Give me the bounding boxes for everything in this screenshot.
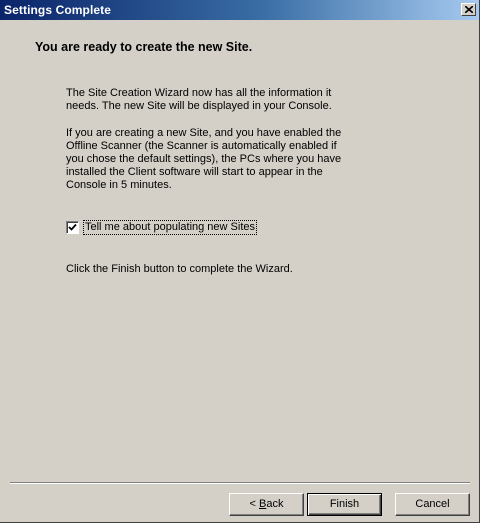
info-paragraph-1: The Site Creation Wizard now has all the… — [66, 87, 332, 112]
finish-instruction: Click the Finish button to complete the … — [66, 263, 293, 275]
title-bar[interactable]: Settings Complete — [0, 0, 479, 20]
populating-sites-checkbox[interactable] — [66, 220, 79, 234]
back-button-rest: ack — [266, 498, 284, 510]
window-title: Settings Complete — [4, 3, 112, 17]
close-icon — [465, 6, 473, 13]
populating-sites-label[interactable]: Tell me about populating new Sites — [83, 219, 257, 235]
close-button[interactable] — [461, 3, 476, 16]
cancel-button[interactable]: Cancel — [395, 493, 470, 516]
back-button[interactable]: < Back — [229, 493, 304, 516]
info-paragraph-2: If you are creating a new Site, and you … — [66, 127, 342, 191]
checkmark-icon — [68, 223, 77, 231]
wizard-window: Settings Complete You are ready to creat… — [0, 0, 480, 523]
button-separator — [10, 482, 470, 484]
populating-sites-option[interactable]: Tell me about populating new Sites — [66, 219, 257, 235]
back-button-prefix: < — [249, 498, 259, 510]
finish-button[interactable]: Finish — [307, 493, 382, 516]
page-heading: You are ready to create the new Site. — [35, 40, 253, 54]
